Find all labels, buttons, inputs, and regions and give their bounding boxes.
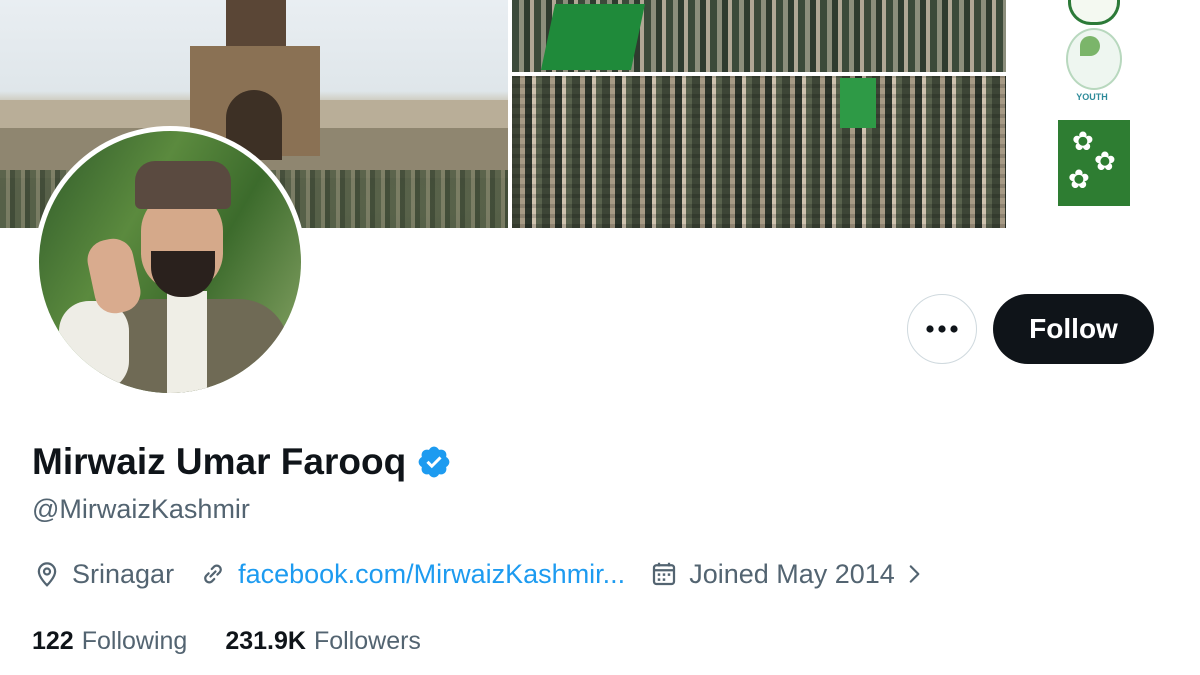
chinar-leaf-icon: ✿ bbox=[1068, 164, 1090, 194]
chinar-leaf-icon: ✿ bbox=[1072, 126, 1094, 156]
green-flag-small bbox=[840, 78, 876, 128]
following-label: Following bbox=[81, 627, 188, 655]
avatar-sleeve bbox=[59, 301, 129, 391]
location-item: Srinagar bbox=[32, 559, 174, 590]
youth-logo-leaf-icon bbox=[1080, 36, 1100, 56]
mosque-roof bbox=[226, 0, 286, 50]
avatar-photo bbox=[39, 131, 301, 393]
following-link[interactable]: 122 Following bbox=[32, 624, 187, 658]
joined-item[interactable]: Joined May 2014 bbox=[649, 559, 927, 590]
verified-badge-icon[interactable] bbox=[416, 444, 452, 480]
location-text: Srinagar bbox=[72, 558, 175, 589]
website-item[interactable]: facebook.com/MirwaizKashmir... bbox=[198, 559, 625, 590]
youth-logo-text: YOUTH bbox=[1076, 92, 1108, 102]
chevron-right-icon bbox=[909, 565, 920, 583]
website-link[interactable]: facebook.com/MirwaizKashmir... bbox=[238, 559, 625, 590]
banner-crowd-photo-bottom bbox=[512, 76, 1006, 228]
display-name: Mirwaiz Umar Farooq bbox=[32, 441, 407, 482]
follow-stats: 122 Following 231.9K Followers bbox=[32, 624, 459, 658]
more-dots-icon bbox=[926, 325, 958, 333]
more-options-button[interactable] bbox=[907, 294, 977, 364]
chinar-leaf-icon: ✿ bbox=[1094, 146, 1116, 176]
followers-link[interactable]: 231.9K Followers bbox=[225, 624, 421, 658]
following-count: 122 bbox=[32, 627, 74, 655]
link-icon bbox=[204, 564, 222, 584]
joined-date: Joined May 2014 bbox=[689, 558, 895, 589]
followers-label: Followers bbox=[313, 627, 421, 655]
avatar-cap bbox=[135, 161, 231, 209]
green-flag bbox=[540, 4, 646, 70]
calendar-icon bbox=[653, 562, 676, 586]
location-pin-icon bbox=[37, 562, 57, 587]
follow-button[interactable]: Follow bbox=[993, 294, 1154, 364]
user-handle: @MirwaizKashmir bbox=[32, 494, 250, 524]
name-row: Mirwaiz Umar Farooq bbox=[32, 440, 452, 484]
followers-count: 231.9K bbox=[225, 627, 306, 655]
profile-meta-row: Srinagar facebook.com/MirwaizKashmir... … bbox=[32, 556, 951, 592]
profile-avatar[interactable] bbox=[34, 126, 306, 398]
avatar-shirt bbox=[167, 291, 207, 393]
chinar-leaf-logo: ✿ ✿ ✿ bbox=[1058, 120, 1130, 206]
